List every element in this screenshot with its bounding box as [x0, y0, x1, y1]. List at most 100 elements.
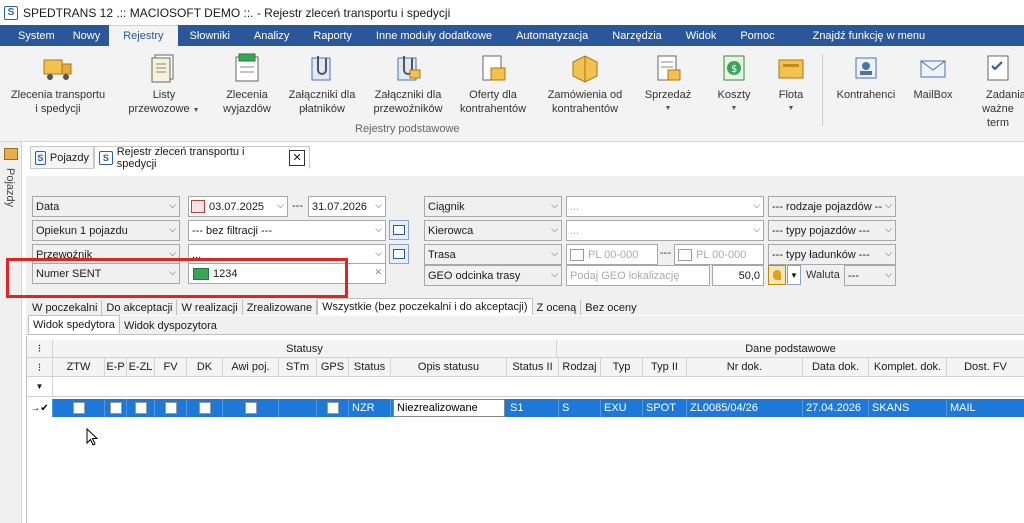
ribbon-kontrahenci-button[interactable]: Kontrahenci	[830, 52, 902, 102]
tractor-value-select[interactable]: ... ⌵	[566, 196, 764, 217]
menu-slowniki[interactable]: Słowniki	[178, 25, 242, 46]
menu-pomoc[interactable]: Pomoc	[728, 25, 786, 46]
col-typ[interactable]: Typ	[601, 358, 643, 376]
tractor-field-select[interactable]: Ciągnik ⌵	[424, 196, 562, 217]
menu-search-input[interactable]: Znajdź funkcję w menu	[806, 25, 932, 46]
vehicle-types-select[interactable]: --- typy pojazdów --- ⌵	[768, 220, 896, 241]
ribbon-flota-button[interactable]: Flota ▼	[766, 52, 816, 116]
guardian-value-select[interactable]: --- bez filtracji --- ⌵	[188, 220, 386, 241]
filter-icon[interactable]: ▼	[27, 377, 53, 396]
menu-inne-moduly[interactable]: Inne moduły dodatkowe	[364, 25, 504, 46]
tab-wszystkie[interactable]: Wszystkie (bez poczekalni i do akceptacj…	[317, 298, 533, 315]
tab-z-ocena[interactable]: Z oceną	[533, 300, 582, 315]
col-rodzaj[interactable]: Rodzaj	[559, 358, 601, 376]
tab-w-realizacji[interactable]: W realizacji	[177, 300, 243, 315]
col-status[interactable]: Status	[349, 358, 391, 376]
route-field-select[interactable]: Trasa ⌵	[424, 244, 562, 265]
ribbon-zadania-button[interactable]: Zadania ważne term	[966, 52, 1024, 130]
chevron-down-icon: ⌵	[551, 224, 558, 234]
geo-field-select[interactable]: GEO odcinka trasy ⌵	[424, 265, 562, 286]
date-to-picker[interactable]: 31.07.2026 ⌵	[308, 196, 386, 217]
col-komplet-dok[interactable]: Komplet. dok.	[869, 358, 947, 376]
route-from-input[interactable]: PL 00-000	[566, 244, 658, 265]
ep-checkbox[interactable]	[105, 399, 127, 417]
ezl-checkbox[interactable]	[127, 399, 155, 417]
col-fv[interactable]: FV	[155, 358, 187, 376]
ribbon-koszty-button[interactable]: $ Koszty ▼	[706, 52, 762, 116]
col-status-ii[interactable]: Status II	[507, 358, 559, 376]
dk-checkbox[interactable]	[187, 399, 223, 417]
ribbon-zalaczniki-platnikow-button[interactable]: Załączniki dla płatników	[282, 52, 362, 116]
tab-widok-dyspozytora[interactable]: Widok dyspozytora	[120, 317, 221, 334]
chevron-down-icon: ▼	[787, 105, 795, 112]
tab-do-akceptacji[interactable]: Do akceptacji	[102, 300, 178, 315]
book-icon[interactable]	[389, 220, 409, 240]
driver-value-select[interactable]: ... ⌵	[566, 220, 764, 241]
tab-bez-oceny[interactable]: Bez oceny	[581, 300, 640, 315]
col-gps[interactable]: GPS	[317, 358, 349, 376]
menu-automatyzacja[interactable]: Automatyzacja	[504, 25, 600, 46]
col-data-dok[interactable]: Data dok.	[803, 358, 869, 376]
ribbon-zamowienia-button[interactable]: Zamówienia od kontrahentów	[540, 52, 630, 116]
col-awi[interactable]: Awi poj.	[223, 358, 279, 376]
book-icon[interactable]	[389, 244, 409, 264]
tab-w-poczekalni[interactable]: W poczekalni	[26, 300, 103, 315]
gps-checkbox[interactable]	[317, 399, 349, 417]
col-nr-dok[interactable]: Nr dok.	[687, 358, 803, 376]
route-to-input[interactable]: PL 00-000	[674, 244, 764, 265]
chevron-down-icon[interactable]: ▼	[787, 265, 801, 285]
cargo-types-select[interactable]: --- typy ładunków --- ⌵	[768, 244, 896, 265]
mailbox-icon	[917, 52, 949, 84]
col-opis-statusu[interactable]: Opis statusu	[391, 358, 507, 376]
currency-select[interactable]: --- ⌵	[844, 265, 896, 286]
col-ep[interactable]: E-P	[105, 358, 127, 376]
ribbon-zalaczniki-przewoznikow-button[interactable]: Załączniki dla przewoźników	[366, 52, 450, 116]
pin-icon[interactable]	[768, 265, 786, 285]
col-dost-fv[interactable]: Dost. FV	[947, 358, 1024, 376]
tab-rejestr-zlecen[interactable]: S Rejestr zleceń transportu i spedycji ✕	[94, 146, 310, 170]
menu-narzedzia[interactable]: Narzędzia	[600, 25, 674, 46]
flag-icon	[678, 248, 692, 261]
geo-location-input[interactable]: Podaj GEO lokalizację	[566, 265, 710, 286]
menu-rejestry[interactable]: Rejestry	[109, 25, 178, 46]
table-row[interactable]: →✔ NZR Niezrealizowane S1 S EXU SPOT ZL0…	[27, 399, 1024, 417]
col-ztw[interactable]: ZTW	[53, 358, 105, 376]
driver-field-select[interactable]: Kierowca ⌵	[424, 220, 562, 241]
chevron-down-icon: ⌵	[375, 248, 382, 258]
menu-nowy[interactable]: Nowy	[64, 25, 110, 46]
ribbon-mailbox-button[interactable]: MailBox	[904, 52, 962, 102]
guardian-field-select[interactable]: Opiekun 1 pojazdu ⌵	[32, 220, 180, 241]
ribbon-sprzedaz-button[interactable]: Sprzedaż ▼	[640, 52, 696, 116]
ribbon-oferty-button[interactable]: Oferty dla kontrahentów	[456, 52, 530, 116]
col-ezl[interactable]: E-ZL	[127, 358, 155, 376]
col-stm[interactable]: STm	[279, 358, 317, 376]
geo-radius-input[interactable]: 50,0	[712, 265, 764, 286]
side-panel-label[interactable]: Pojazdy	[4, 168, 16, 207]
menu-system[interactable]: System	[0, 25, 64, 46]
close-icon[interactable]: ✕	[289, 149, 305, 166]
date-field-select[interactable]: Data ⌵	[32, 196, 180, 217]
col-dk[interactable]: DK	[187, 358, 223, 376]
column-chooser-icon[interactable]: ⁝	[27, 358, 53, 376]
carrier-attachments-icon	[392, 52, 424, 84]
fv-checkbox[interactable]	[155, 399, 187, 417]
tab-pojazdy[interactable]: S Pojazdy	[30, 146, 94, 169]
col-typ-ii[interactable]: Typ II	[643, 358, 687, 376]
awi-checkbox[interactable]	[223, 399, 279, 417]
spedtrans-icon: S	[99, 150, 113, 165]
clear-icon[interactable]: ✕	[374, 267, 382, 278]
date-from-picker[interactable]: 03.07.2025 ⌵	[188, 196, 288, 217]
tab-zrealizowane[interactable]: Zrealizowane	[243, 300, 318, 315]
ztw-checkbox[interactable]	[53, 399, 105, 417]
menu-widok[interactable]: Widok	[674, 25, 729, 46]
tab-widok-spedytora[interactable]: Widok spedytora	[28, 315, 120, 334]
menu-analizy[interactable]: Analizy	[242, 25, 301, 46]
ribbon-zlecenia-transportu-button[interactable]: Zlecenia transportu i spedycji	[6, 52, 110, 116]
chevron-down-icon: ⌵	[551, 248, 558, 258]
vehicles-icon[interactable]	[4, 148, 18, 160]
ribbon-zlecenia-wyjazdow-button[interactable]: Zlecenia wyjazdów	[214, 52, 280, 116]
column-chooser-icon[interactable]: ⁝	[27, 340, 53, 357]
vehicle-kinds-select[interactable]: --- rodzaje pojazdów -- ⌵	[768, 196, 896, 217]
ribbon-listy-przewozowe-button[interactable]: Listy przewozowe ▼	[124, 52, 204, 118]
menu-raporty[interactable]: Raporty	[301, 25, 364, 46]
